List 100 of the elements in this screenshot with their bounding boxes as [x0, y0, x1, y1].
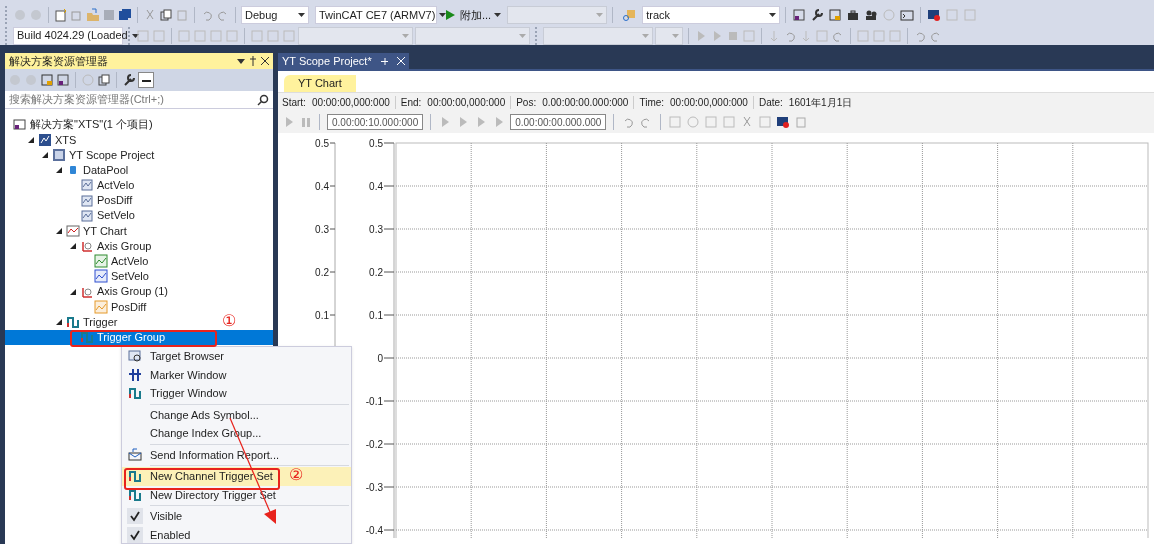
dropdown-arrow-icon[interactable]	[439, 13, 447, 17]
menu-item[interactable]: Trigger Window	[122, 384, 351, 403]
scope-icon[interactable]	[52, 147, 66, 162]
terminal-icon[interactable]	[900, 8, 915, 22]
panel-title: 解决方案资源管理器	[9, 53, 108, 69]
checkmark-icon[interactable]	[127, 508, 143, 525]
play-icon[interactable]	[443, 8, 457, 22]
people-icon[interactable]	[864, 8, 879, 22]
duration-field[interactable]: 0.00:00:10.000:000	[327, 114, 424, 130]
copy-icon[interactable]	[97, 73, 111, 87]
pin-icon[interactable]	[249, 56, 257, 66]
envelope-icon[interactable]	[128, 447, 142, 462]
tree-item[interactable]: YT Scope Project	[5, 147, 155, 163]
axis-tick-label: 0.5	[369, 138, 383, 149]
project-icon[interactable]	[38, 132, 52, 147]
line-chart-icon[interactable]	[94, 254, 108, 269]
axis-tick-label: 0.1	[369, 310, 383, 321]
channel-icon[interactable]	[80, 178, 94, 193]
record-icon[interactable]	[776, 115, 791, 129]
channel-icon[interactable]	[80, 193, 94, 208]
tree-item[interactable]: XTS	[5, 132, 77, 148]
axis-tick-label: 0.2	[315, 267, 329, 278]
clipboard-icon[interactable]	[794, 115, 809, 129]
line-chart-icon[interactable]	[94, 269, 108, 284]
dropdown-arrow-icon[interactable]	[298, 13, 305, 17]
tree-item[interactable]: SetVelo	[5, 208, 135, 224]
tree-item[interactable]: Trigger	[5, 314, 118, 330]
forward-icon[interactable]	[29, 8, 43, 22]
wrench-icon[interactable]	[122, 73, 136, 87]
axis-tick-label: 0.4	[315, 181, 329, 192]
trigger-icon[interactable]	[66, 315, 80, 330]
save-all-icon[interactable]	[118, 8, 132, 22]
configuration-dropdown[interactable]: Debug	[241, 6, 309, 24]
marker-icon[interactable]	[128, 367, 142, 382]
clock-icon[interactable]	[686, 115, 701, 129]
combo-box[interactable]	[543, 26, 653, 45]
dropdown-arrow-icon[interactable]	[131, 33, 139, 38]
find-icon[interactable]	[622, 8, 637, 22]
tree-item[interactable]: DataPool	[5, 162, 129, 178]
solution-icon[interactable]	[792, 8, 807, 22]
info-label: Start:	[282, 95, 306, 110]
tree-item[interactable]: YT Chart	[5, 223, 127, 239]
collapse-arrow-icon[interactable]	[69, 287, 77, 296]
checkmark-icon[interactable]	[127, 526, 143, 543]
folder-icon[interactable]	[86, 8, 100, 22]
info-value: 00:00:00,000:000	[311, 95, 390, 110]
tree-item[interactable]: ActVelo	[5, 177, 135, 193]
position-field[interactable]: 0.00:00:00.000.000	[510, 114, 607, 130]
tree-item[interactable]: PosDiff	[5, 192, 133, 209]
properties-icon[interactable]	[138, 72, 154, 88]
chart-tab[interactable]: YT Chart	[284, 75, 356, 92]
solution-icon[interactable]	[56, 73, 70, 87]
tree-item[interactable]: SetVelo	[5, 268, 149, 285]
dropdown-arrow-icon[interactable]	[494, 13, 502, 17]
trigger-icon[interactable]	[128, 487, 142, 502]
info-label: Pos:	[516, 95, 537, 110]
collapse-arrow-icon[interactable]	[55, 318, 63, 327]
menu-item[interactable]: Marker Window	[122, 365, 351, 384]
combo-box[interactable]	[507, 6, 608, 24]
toolbox-icon[interactable]	[846, 8, 861, 22]
tree-item[interactable]: ActVelo	[5, 253, 149, 269]
tree-item[interactable]: Trigger Group	[5, 329, 273, 345]
browser-icon[interactable]	[128, 349, 142, 364]
menu-item[interactable]: Visible	[122, 507, 351, 526]
pause-icon[interactable]	[300, 116, 312, 128]
search-icon[interactable]	[257, 93, 269, 106]
axis-tick-label: 0.4	[369, 181, 383, 192]
clipboard-icon[interactable]	[175, 8, 189, 22]
copy-icon[interactable]	[159, 8, 173, 22]
search-field[interactable]: 搜索解决方案资源管理器(Ctrl+;)	[5, 91, 273, 109]
chart-icon[interactable]	[66, 223, 80, 238]
tree-item[interactable]: PosDiff	[5, 299, 147, 315]
dropdown-arrow-icon[interactable]	[237, 58, 245, 64]
step-number: ①	[222, 313, 236, 329]
combo-box[interactable]	[298, 26, 413, 45]
trigger-icon[interactable]	[128, 386, 142, 401]
info-value: 00:00:00,000:000	[427, 95, 506, 110]
menu-item[interactable]: Enabled	[122, 525, 351, 543]
solution-icon[interactable]	[13, 117, 27, 132]
info-value: 1601年1月1日	[788, 95, 853, 110]
tree-item[interactable]: Axis Group (1)	[5, 284, 168, 300]
combo-box[interactable]	[655, 26, 683, 45]
tree-item[interactable]: 解决方案"XTS"(1 个项目)	[5, 117, 153, 133]
menu-item[interactable]: Change Ads Symbol...	[122, 405, 351, 424]
record-icon[interactable]	[927, 8, 942, 22]
trigger-icon[interactable]	[128, 469, 142, 484]
step-number: ②	[289, 467, 303, 483]
menu-item[interactable]: Target Browser	[122, 347, 351, 366]
add-item-icon[interactable]	[70, 8, 84, 22]
axis-tick-label: 0.5	[315, 138, 329, 149]
new-project-icon[interactable]	[54, 8, 68, 22]
back-icon[interactable]	[13, 8, 27, 22]
info-label: End:	[400, 95, 422, 110]
dropdown-arrow-icon[interactable]	[769, 13, 777, 17]
info-label: Date:	[758, 95, 783, 110]
find-field[interactable]: track	[642, 6, 781, 24]
close-icon[interactable]	[261, 57, 269, 65]
wrench-icon[interactable]	[810, 8, 825, 22]
attach-button[interactable]: 附加...	[439, 6, 506, 24]
tree-item[interactable]: Axis Group	[5, 238, 152, 254]
